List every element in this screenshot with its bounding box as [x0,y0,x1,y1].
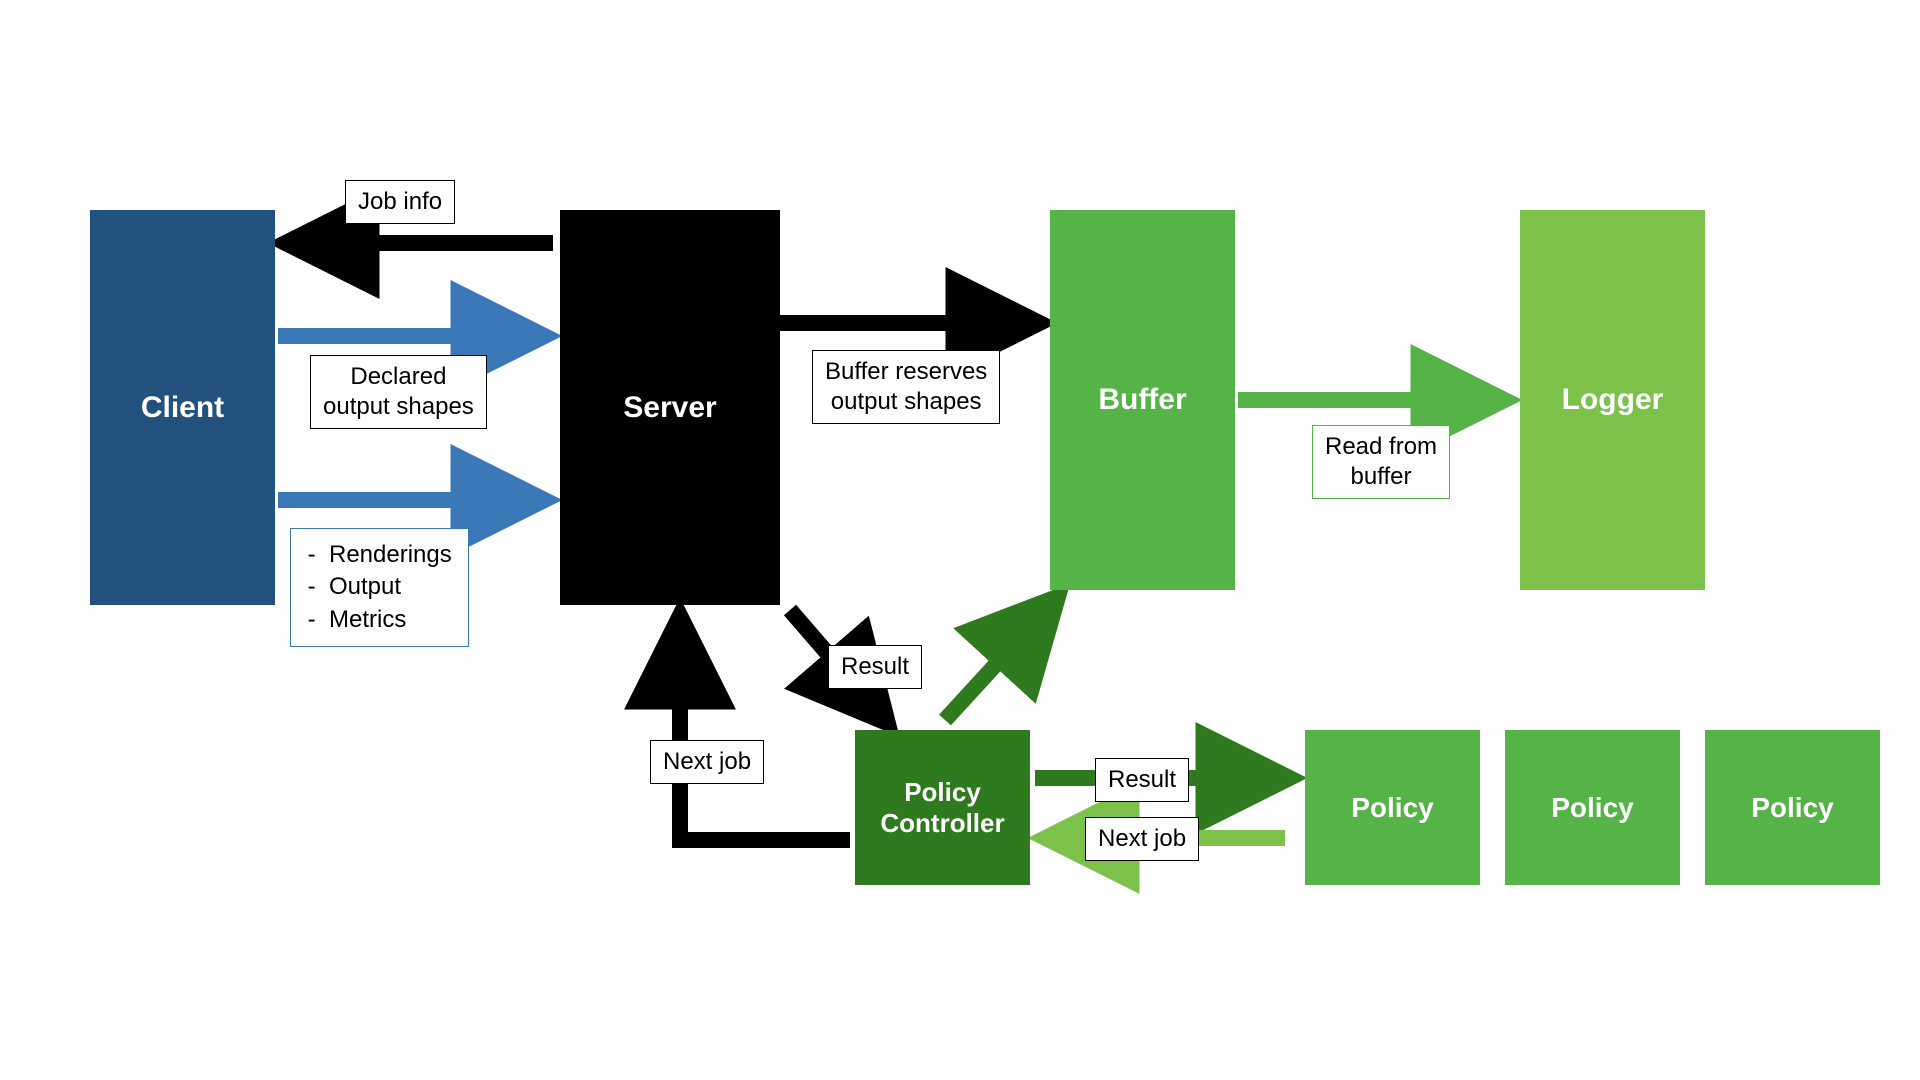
node-server: Server [560,210,780,605]
list-item: Metrics [329,604,452,636]
label-read-from-buffer: Read from buffer [1312,425,1450,499]
arrow-pc-to-buffer [945,600,1055,720]
label-next-job-right: Next job [1085,817,1199,861]
list-item: Output [329,571,452,603]
label-buffer-reserves: Buffer reserves output shapes [812,350,1000,424]
label-renderings: RenderingsOutputMetrics [290,528,469,647]
node-buffer-label: Buffer [1098,383,1186,417]
node-policy-2-label: Policy [1551,792,1633,824]
node-policy-3: Policy [1705,730,1880,885]
label-declared: Declared output shapes [310,355,487,429]
list-item: Renderings [329,539,452,571]
label-next-job-left: Next job [650,740,764,784]
node-policy-controller: Policy Controller [855,730,1030,885]
label-job-info: Job info [345,180,455,224]
label-result-right: Result [1095,758,1189,802]
node-logger-label: Logger [1562,383,1664,417]
node-client-label: Client [141,391,224,425]
label-result-top: Result [828,645,922,689]
node-client: Client [90,210,275,605]
node-server-label: Server [623,391,716,425]
node-policy-2: Policy [1505,730,1680,885]
node-policy-3-label: Policy [1751,792,1833,824]
node-policy-1: Policy [1305,730,1480,885]
node-policy-1-label: Policy [1351,792,1433,824]
node-buffer: Buffer [1050,210,1235,590]
node-logger: Logger [1520,210,1705,590]
node-policy-controller-label: Policy Controller [880,777,1004,839]
